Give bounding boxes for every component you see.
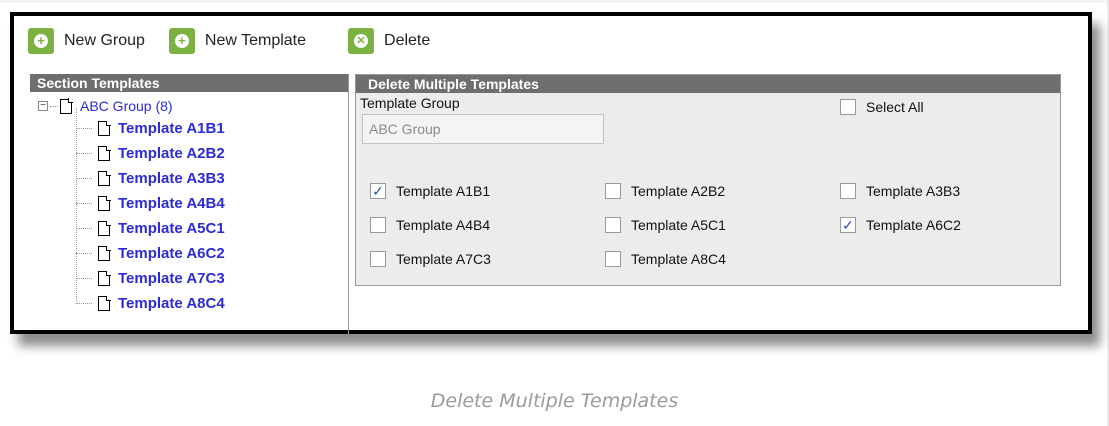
tree-item[interactable]: Template A1B1 bbox=[76, 116, 348, 141]
template-group-field[interactable] bbox=[362, 114, 604, 144]
tree-item-label[interactable]: Template A3B3 bbox=[118, 170, 225, 187]
tree-connector bbox=[76, 153, 92, 154]
template-checkbox-label: Template A6C2 bbox=[866, 217, 961, 233]
tree-connector bbox=[76, 303, 92, 304]
tree-children: Template A1B1 Template A2B2 Template A3B… bbox=[76, 108, 348, 316]
tree-item-label[interactable]: Template A1B1 bbox=[118, 120, 225, 137]
template-checkbox[interactable]: ✓ bbox=[840, 217, 856, 233]
template-checkbox-label: Template A8C4 bbox=[631, 251, 726, 267]
page-top-edge bbox=[0, 0, 1109, 3]
tree-connector bbox=[76, 178, 92, 179]
tree-connector bbox=[76, 278, 92, 279]
delete-label: Delete bbox=[384, 32, 431, 49]
select-all-checkbox[interactable] bbox=[840, 99, 856, 115]
template-checkbox-row[interactable]: Template A5C1 bbox=[605, 217, 726, 233]
template-checkbox[interactable] bbox=[605, 251, 621, 267]
document-icon bbox=[98, 145, 111, 161]
tree-item-label[interactable]: Template A6C2 bbox=[118, 245, 225, 262]
select-all-label: Select All bbox=[866, 99, 924, 115]
template-checkbox[interactable] bbox=[840, 183, 856, 199]
template-checkbox-label: Template A5C1 bbox=[631, 217, 726, 233]
delete-multiple-templates-panel: Delete Multiple Templates Template Group… bbox=[355, 74, 1061, 286]
tree-connector bbox=[50, 105, 58, 107]
tree-item-label[interactable]: Template A8C4 bbox=[118, 295, 225, 312]
template-checkbox-row[interactable]: Template A2B2 bbox=[605, 183, 725, 199]
tree-item[interactable]: Template A2B2 bbox=[76, 141, 348, 166]
template-checkbox[interactable] bbox=[370, 217, 386, 233]
screenshot-frame: + New Group + New Template ✕ Delete Sect… bbox=[10, 12, 1092, 334]
template-checkbox-label: Template A7C3 bbox=[396, 251, 491, 267]
tree-item[interactable]: Template A5C1 bbox=[76, 216, 348, 241]
template-tree: − ABC Group (8) Template A1B1 Template A… bbox=[30, 92, 348, 316]
tree-item-label[interactable]: Template A4B4 bbox=[118, 195, 225, 212]
document-icon bbox=[98, 120, 111, 136]
template-checkbox[interactable]: ✓ bbox=[370, 183, 386, 199]
template-checkbox[interactable] bbox=[605, 217, 621, 233]
new-group-label: New Group bbox=[64, 32, 145, 49]
template-checkbox[interactable] bbox=[605, 183, 621, 199]
document-icon bbox=[98, 295, 111, 311]
tree-item-label[interactable]: Template A5C1 bbox=[118, 220, 225, 237]
tree-item[interactable]: Template A4B4 bbox=[76, 191, 348, 216]
new-template-label: New Template bbox=[204, 32, 307, 49]
tree-item[interactable]: Template A3B3 bbox=[76, 166, 348, 191]
tree-connector bbox=[76, 128, 92, 129]
template-checkbox-row[interactable]: Template A7C3 bbox=[370, 251, 491, 267]
plus-circle-icon: + bbox=[28, 28, 54, 54]
template-checkbox-label: Template A4B4 bbox=[396, 217, 491, 233]
document-icon bbox=[98, 245, 111, 261]
document-icon bbox=[98, 170, 111, 186]
template-checkbox-row[interactable]: ✓ Template A1B1 bbox=[370, 183, 490, 199]
section-templates-header: Section Templates bbox=[30, 74, 348, 92]
document-icon bbox=[98, 270, 111, 286]
template-checkbox-label: Template A2B2 bbox=[631, 183, 726, 199]
template-checkbox[interactable] bbox=[370, 251, 386, 267]
toolbar: + New Group + New Template ✕ Delete bbox=[14, 16, 1088, 66]
template-checkbox-row[interactable]: ✓ Template A6C2 bbox=[840, 217, 961, 233]
template-group-label: Template Group bbox=[360, 95, 460, 111]
tree-connector bbox=[76, 203, 92, 204]
template-checkbox-label: Template A1B1 bbox=[396, 183, 491, 199]
collapse-icon[interactable]: − bbox=[38, 101, 48, 111]
tree-item-label[interactable]: Template A2B2 bbox=[118, 145, 225, 162]
tree-item[interactable]: Template A7C3 bbox=[76, 266, 348, 291]
x-circle-icon: ✕ bbox=[348, 28, 375, 54]
tree-root-group[interactable]: − ABC Group (8) bbox=[30, 96, 348, 116]
new-group-button[interactable]: + New Group bbox=[28, 28, 145, 54]
template-checkbox-label: Template A3B3 bbox=[866, 183, 961, 199]
tree-root-label[interactable]: ABC Group (8) bbox=[80, 98, 173, 114]
new-template-button[interactable]: + New Template bbox=[168, 28, 307, 54]
tree-item[interactable]: Template A6C2 bbox=[76, 241, 348, 266]
document-icon bbox=[98, 220, 111, 236]
document-icon bbox=[98, 195, 111, 211]
template-checkbox-row[interactable]: Template A3B3 bbox=[840, 183, 960, 199]
tree-item[interactable]: Template A8C4 bbox=[76, 291, 348, 316]
figure-caption: Delete Multiple Templates bbox=[430, 390, 679, 412]
select-all-checkbox-row[interactable]: Select All bbox=[840, 99, 924, 115]
template-checkbox-row[interactable]: Template A8C4 bbox=[605, 251, 726, 267]
delete-panel-header: Delete Multiple Templates bbox=[356, 75, 1060, 93]
delete-button[interactable]: ✕ Delete bbox=[348, 28, 430, 54]
section-templates-panel: Section Templates − ABC Group (8) Templa… bbox=[30, 74, 349, 334]
tree-connector bbox=[76, 253, 92, 254]
document-icon bbox=[60, 98, 73, 114]
template-checkbox-row[interactable]: Template A4B4 bbox=[370, 217, 490, 233]
tree-connector bbox=[76, 228, 92, 229]
plus-circle-icon: + bbox=[168, 28, 195, 54]
tree-item-label[interactable]: Template A7C3 bbox=[118, 270, 225, 287]
